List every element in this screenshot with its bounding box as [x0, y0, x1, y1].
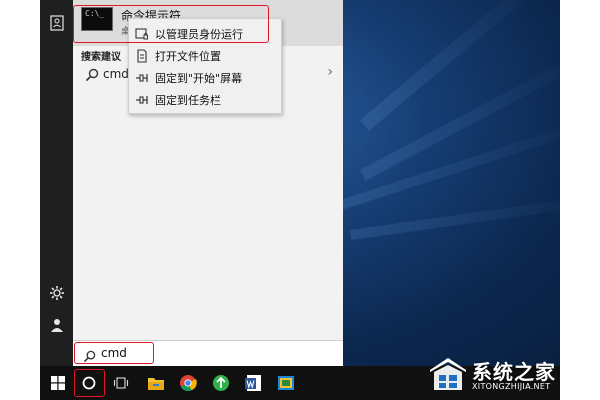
- annotation-highlight-search: [74, 342, 154, 364]
- pin-icon: [135, 92, 149, 106]
- account-icon[interactable]: [48, 316, 66, 334]
- context-item-label: 固定到任务栏: [155, 94, 221, 107]
- chevron-right-icon[interactable]: ›: [327, 64, 333, 80]
- search-icon: [85, 67, 99, 82]
- watermark-logo: [430, 358, 466, 390]
- word-icon[interactable]: [239, 366, 269, 400]
- context-item-pin-start[interactable]: 固定到"开始"屏幕: [129, 66, 281, 88]
- file-location-icon: [135, 48, 149, 63]
- pin-icon: [135, 70, 149, 84]
- screenshot-frame: C:\_ 命令提示符 桌面 搜索建议 cmd - › 以管理员身份运行 打开文件…: [40, 0, 560, 366]
- chrome-icon[interactable]: [173, 366, 203, 400]
- section-label: 搜索建议: [81, 52, 121, 63]
- green-app-icon[interactable]: [206, 366, 236, 400]
- annotation-highlight-app: [73, 5, 269, 43]
- context-item-label: 固定到"开始"屏幕: [155, 72, 243, 85]
- watermark: 系统之家 XITONGZHIJIA.NET: [424, 354, 600, 400]
- watermark-subtitle: XITONGZHIJIA.NET: [472, 382, 551, 391]
- start-left-rail: [40, 0, 73, 366]
- windows-start-icon[interactable]: [43, 366, 73, 400]
- file-explorer-icon[interactable]: [141, 366, 171, 400]
- context-item-pin-taskbar[interactable]: 固定到任务栏: [129, 88, 281, 110]
- watermark-title: 系统之家: [472, 360, 556, 384]
- task-view-icon[interactable]: [106, 366, 136, 400]
- user-icon[interactable]: [48, 14, 66, 32]
- annotation-highlight-cortana: [74, 369, 105, 397]
- context-item-label: 打开文件位置: [155, 50, 221, 63]
- context-item-open-location[interactable]: 打开文件位置: [129, 44, 281, 66]
- folder-app-icon[interactable]: [271, 366, 301, 400]
- settings-icon[interactable]: [48, 284, 66, 302]
